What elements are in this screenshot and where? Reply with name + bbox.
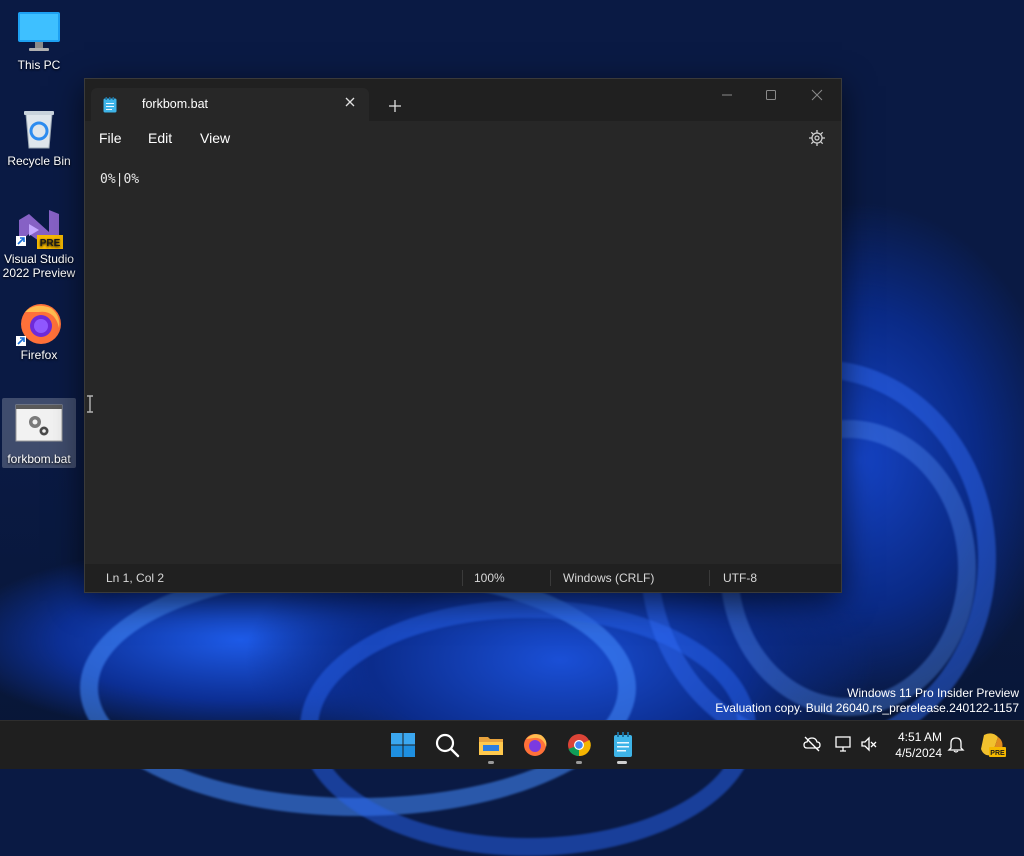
network-icon[interactable] bbox=[834, 735, 852, 753]
desktop-icon-forkbom-bat[interactable]: forkbom.bat bbox=[2, 398, 76, 468]
watermark-edition: Windows 11 Pro Insider Preview bbox=[847, 686, 1019, 700]
visual-studio-icon: PRE bbox=[16, 204, 63, 249]
file-explorer-icon[interactable] bbox=[477, 731, 505, 759]
watermark-build: Evaluation copy. Build 26040.rs_prerelea… bbox=[715, 701, 1019, 715]
desktop-icon-recycle-bin[interactable]: Recycle Bin bbox=[2, 106, 76, 168]
cloud-offline-icon[interactable] bbox=[803, 735, 821, 753]
menu-file[interactable]: File bbox=[99, 130, 122, 146]
menu-bar: File Edit View bbox=[85, 121, 841, 155]
menu-view[interactable]: View bbox=[200, 130, 230, 146]
status-line-ending[interactable]: Windows (CRLF) bbox=[563, 571, 654, 585]
clock-date: 4/5/2024 bbox=[895, 746, 942, 760]
evaluation-watermark: Windows 11 Pro Insider Preview Evaluatio… bbox=[715, 686, 1019, 716]
notification-bell-icon[interactable] bbox=[947, 735, 965, 753]
status-separator bbox=[550, 570, 551, 586]
new-tab-icon[interactable] bbox=[385, 96, 405, 116]
close-window-icon[interactable] bbox=[803, 87, 831, 103]
notepad-icon[interactable] bbox=[609, 731, 637, 759]
taskbar: 4:51 AM 4/5/2024 PRE bbox=[0, 720, 1024, 769]
menu-edit[interactable]: Edit bbox=[148, 130, 172, 146]
copilot-pre-badge: PRE bbox=[990, 750, 1005, 757]
desktop-icon-label: forkbom.bat bbox=[7, 452, 71, 466]
running-indicator bbox=[488, 761, 494, 764]
batch-file-icon bbox=[15, 404, 63, 448]
maximize-icon[interactable] bbox=[757, 87, 785, 103]
clock-time: 4:51 AM bbox=[897, 730, 942, 744]
start-icon[interactable] bbox=[389, 731, 417, 759]
minimize-icon[interactable] bbox=[713, 87, 741, 103]
chrome-icon[interactable] bbox=[565, 731, 593, 759]
status-bar: Ln 1, Col 2 100% Windows (CRLF) UTF-8 bbox=[85, 564, 841, 592]
settings-gear-icon[interactable] bbox=[807, 128, 827, 148]
close-tab-icon[interactable] bbox=[342, 94, 358, 110]
editor-content: 0%|0% bbox=[100, 172, 140, 187]
recycle-bin-icon bbox=[17, 106, 61, 150]
desktop-icon-label: Firefox bbox=[20, 348, 58, 362]
status-encoding[interactable]: UTF-8 bbox=[723, 571, 757, 585]
system-clock[interactable]: 4:51 AM 4/5/2024 bbox=[886, 729, 942, 761]
volume-muted-icon[interactable] bbox=[860, 735, 878, 753]
monitor-icon bbox=[17, 10, 61, 54]
desktop-icon-label: Recycle Bin bbox=[7, 154, 71, 168]
notepad-icon bbox=[103, 97, 117, 113]
running-indicator bbox=[576, 761, 582, 764]
desktop-icon-label: This PC bbox=[17, 58, 61, 72]
title-bar[interactable]: forkbom.bat bbox=[85, 79, 841, 121]
status-zoom[interactable]: 100% bbox=[474, 571, 505, 585]
status-separator bbox=[462, 570, 463, 586]
desktop-icon-label: Visual Studio 2022 Preview bbox=[2, 252, 76, 280]
text-cursor-icon bbox=[87, 395, 93, 413]
active-indicator bbox=[617, 761, 627, 764]
notepad-window[interactable]: forkbom.bat File Edit View 0%|0% Ln 1, C… bbox=[84, 78, 842, 593]
pre-badge: PRE bbox=[40, 238, 61, 249]
status-separator bbox=[709, 570, 710, 586]
tab-forkbom-bat[interactable]: forkbom.bat bbox=[91, 88, 369, 121]
copilot-icon[interactable]: PRE bbox=[978, 731, 1006, 759]
desktop-icon-visual-studio[interactable]: PRE Visual Studio 2022 Preview bbox=[2, 204, 76, 280]
desktop-icon-this-pc[interactable]: This PC bbox=[2, 10, 76, 72]
status-cursor-position: Ln 1, Col 2 bbox=[106, 571, 165, 585]
tab-title: forkbom.bat bbox=[142, 97, 209, 111]
desktop-icon-firefox[interactable]: Firefox bbox=[2, 300, 76, 362]
search-icon[interactable] bbox=[433, 731, 461, 759]
firefox-icon bbox=[16, 300, 61, 346]
firefox-icon[interactable] bbox=[521, 731, 549, 759]
text-editor[interactable]: 0%|0% bbox=[85, 155, 841, 564]
